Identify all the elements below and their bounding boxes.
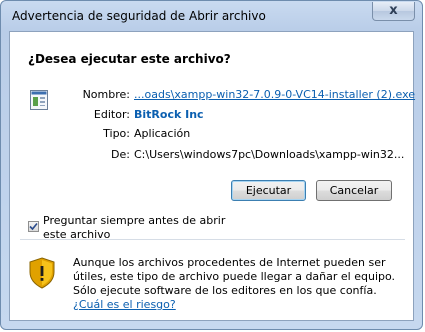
cancel-button[interactable]: Cancelar bbox=[316, 180, 392, 201]
window-title: Advertencia de seguridad de Abrir archiv… bbox=[12, 9, 266, 23]
title-bar: Advertencia de seguridad de Abrir archiv… bbox=[1, 1, 422, 31]
security-shield-icon bbox=[29, 257, 55, 289]
warning-text: Aunque los archivos procedentes de Inter… bbox=[73, 256, 396, 297]
dialog-question: ¿Desea ejecutar este archivo? bbox=[28, 52, 231, 66]
run-button[interactable]: Ejecutar bbox=[231, 180, 306, 201]
close-icon: x bbox=[389, 3, 398, 18]
dialog-content: ¿Desea ejecutar este archivo? Nombre: ..… bbox=[9, 31, 415, 321]
publisher-link[interactable]: BitRock Inc bbox=[134, 108, 204, 121]
publisher-label: Editor: bbox=[93, 108, 130, 121]
type-label: Tipo: bbox=[103, 127, 130, 140]
risk-link[interactable]: ¿Cuál es el riesgo? bbox=[73, 298, 176, 311]
close-button[interactable]: x bbox=[372, 2, 415, 21]
name-label: Nombre: bbox=[82, 88, 130, 101]
divider bbox=[20, 239, 405, 240]
security-warning-dialog: Advertencia de seguridad de Abrir archiv… bbox=[0, 0, 423, 330]
type-value: Aplicación bbox=[134, 127, 191, 140]
from-label: De: bbox=[111, 148, 130, 161]
always-ask-checkbox[interactable] bbox=[28, 221, 39, 232]
checkmark-icon bbox=[29, 222, 38, 231]
file-name-link[interactable]: ...oads\xampp-win32-7.0.9-0-VC14-install… bbox=[134, 88, 415, 101]
warning-message: Aunque los archivos procedentes de Inter… bbox=[73, 256, 403, 312]
always-ask-label[interactable]: Preguntar siempre antes de abrir este ar… bbox=[43, 214, 243, 242]
from-value: C:\Users\windows7pc\Downloads\xampp-win3… bbox=[134, 148, 405, 161]
